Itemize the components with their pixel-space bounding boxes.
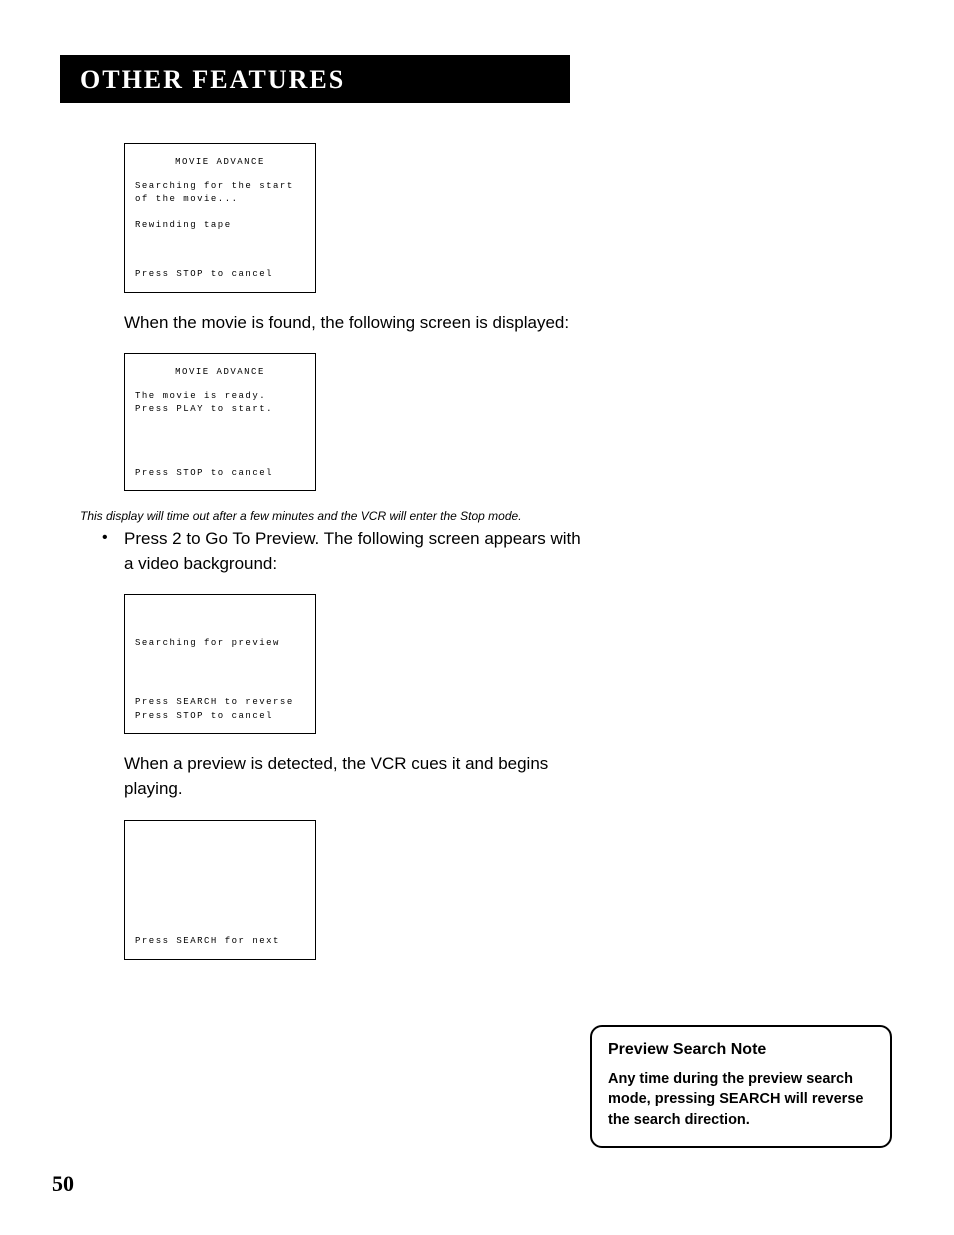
osd1-line1: Searching for the start [135,180,305,194]
osd2-line3: Press STOP to cancel [135,467,305,481]
timeout-note: This display will time out after a few m… [80,509,894,523]
osd-screen-2: MOVIE ADVANCE The movie is ready. Press … [124,353,316,491]
osd1-title: MOVIE ADVANCE [135,156,305,170]
bullet-icon: • [102,529,108,547]
sidenote-body: Any time during the preview search mode,… [608,1069,874,1130]
preview-search-note-box: Preview Search Note Any time during the … [590,1025,892,1148]
bullet-text: Press 2 to Go To Preview. The following … [124,529,581,573]
osd1-line4: Press STOP to cancel [135,268,305,282]
section-header: OTHER FEATURES [60,55,570,103]
osd2-line1: The movie is ready. [135,390,305,404]
osd2-line2: Press PLAY to start. [135,403,305,417]
osd2-title: MOVIE ADVANCE [135,366,305,380]
para-1: When the movie is found, the following s… [124,311,594,336]
sidenote-title: Preview Search Note [608,1041,874,1059]
osd4-line1: Press SEARCH for next [135,935,305,949]
osd1-line2: of the movie... [135,193,305,207]
osd3-line1: Searching for preview [135,637,305,651]
bullet-item: • Press 2 to Go To Preview. The followin… [124,527,594,576]
page-number: 50 [52,1171,74,1197]
osd-screen-1: MOVIE ADVANCE Searching for the start of… [124,143,316,293]
osd3-line3: Press STOP to cancel [135,710,305,724]
osd3-line2: Press SEARCH to reverse [135,696,305,710]
section-title: OTHER FEATURES [80,65,550,95]
para-2: When a preview is detected, the VCR cues… [124,752,594,801]
osd-screen-4: Press SEARCH for next [124,820,316,960]
main-content: MOVIE ADVANCE Searching for the start of… [124,143,894,960]
osd1-line3: Rewinding tape [135,219,305,233]
osd-screen-3: Searching for preview Press SEARCH to re… [124,594,316,734]
